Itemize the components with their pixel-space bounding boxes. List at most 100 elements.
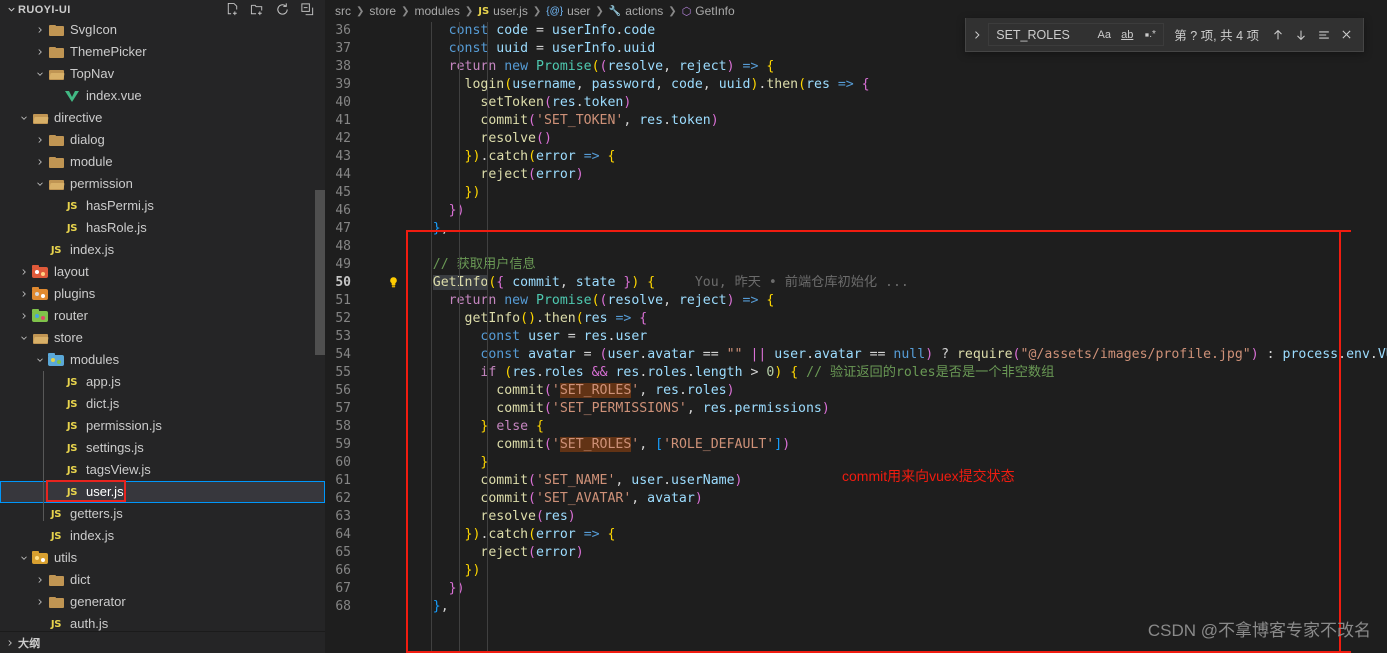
tree-item[interactable]: JS dict.js xyxy=(0,393,325,415)
tree-item[interactable]: JS permission.js xyxy=(0,415,325,437)
tree-item[interactable]: SvgIcon xyxy=(0,19,325,41)
chevron-right-icon[interactable] xyxy=(32,47,48,57)
chevron-right-icon[interactable] xyxy=(2,638,18,648)
new-file-icon[interactable] xyxy=(225,2,240,17)
chevron-down-icon[interactable] xyxy=(4,3,18,17)
chevron-right-icon[interactable] xyxy=(16,267,32,277)
code-line[interactable]: 39 login(username, password, code, uuid)… xyxy=(325,76,1387,94)
code-line[interactable]: 49 // 获取用户信息 xyxy=(325,256,1387,274)
code-line[interactable]: 56 commit('SET_ROLES', res.roles) xyxy=(325,382,1387,400)
chevron-down-icon[interactable] xyxy=(32,69,48,79)
tree-item[interactable]: dict xyxy=(0,569,325,591)
breadcrumb-item-store[interactable]: store xyxy=(369,4,396,18)
code-line[interactable]: 52 getInfo().then(res => { xyxy=(325,310,1387,328)
tree-item[interactable]: module xyxy=(0,151,325,173)
find-input[interactable]: SET_ROLES xyxy=(996,28,1094,42)
code-line[interactable]: 59 commit('SET_ROLES', ['ROLE_DEFAULT']) xyxy=(325,436,1387,454)
breadcrumb-item-userjs[interactable]: JS user.js xyxy=(478,4,528,18)
tree-item[interactable]: store xyxy=(0,327,325,349)
code-line[interactable]: 42 resolve() xyxy=(325,130,1387,148)
chevron-right-icon[interactable] xyxy=(32,25,48,35)
collapse-all-icon[interactable] xyxy=(300,2,315,17)
tree-item[interactable]: JS hasPermi.js xyxy=(0,195,325,217)
code-line[interactable]: 64 }).catch(error => { xyxy=(325,526,1387,544)
code-line[interactable]: 46 }) xyxy=(325,202,1387,220)
tree-item[interactable]: JS settings.js xyxy=(0,437,325,459)
tree-item[interactable]: ThemePicker xyxy=(0,41,325,63)
tree-item[interactable]: directive xyxy=(0,107,325,129)
code-line[interactable]: 48 xyxy=(325,238,1387,256)
code-editor[interactable]: 36 const code = userInfo.code 37 const uu… xyxy=(325,22,1387,653)
code-line[interactable]: 51 return new Promise((resolve, reject) … xyxy=(325,292,1387,310)
code-line[interactable]: 62 commit('SET_AVATAR', avatar) xyxy=(325,490,1387,508)
tree-item[interactable]: permission xyxy=(0,173,325,195)
close-icon[interactable] xyxy=(1336,24,1357,45)
code-line[interactable]: 55 if (res.roles && res.roles.length > 0… xyxy=(325,364,1387,382)
chevron-right-icon[interactable] xyxy=(32,135,48,145)
find-input-box[interactable]: SET_ROLES Aa ab ▪ .* xyxy=(988,23,1165,46)
tree-item-selected[interactable]: JS user.js xyxy=(0,481,325,503)
code-line[interactable]: 53 const user = res.user xyxy=(325,328,1387,346)
whole-word-icon[interactable]: ab xyxy=(1117,25,1137,44)
code-line[interactable]: 67 }) xyxy=(325,580,1387,598)
chevron-right-icon[interactable] xyxy=(32,597,48,607)
chevron-right-icon[interactable] xyxy=(32,575,48,585)
chevron-down-icon[interactable] xyxy=(16,333,32,343)
previous-match-icon[interactable] xyxy=(1267,24,1288,45)
code-line[interactable]: 43 }).catch(error => { xyxy=(325,148,1387,166)
breadcrumb-item-src[interactable]: src xyxy=(335,4,351,18)
tree-item[interactable]: TopNav xyxy=(0,63,325,85)
use-regex-icon[interactable]: ▪ .* xyxy=(1140,25,1160,44)
tree-item[interactable]: JS getters.js xyxy=(0,503,325,525)
breadcrumb-item-user[interactable]: {@} user xyxy=(546,4,590,18)
code-line[interactable]: 50 GetInfo({ commit, state }) { You, 昨天 … xyxy=(325,274,1387,292)
find-in-selection-icon[interactable] xyxy=(1313,24,1334,45)
lightbulb-icon[interactable] xyxy=(387,276,401,290)
chevron-down-icon[interactable] xyxy=(32,179,48,189)
tree-item[interactable]: JS hasRole.js xyxy=(0,217,325,239)
chevron-down-icon[interactable] xyxy=(16,113,32,123)
breadcrumb-item-getinfo[interactable]: ⬡ GetInfo xyxy=(682,4,735,18)
code-line[interactable]: 63 resolve(res) xyxy=(325,508,1387,526)
toggle-replace-icon[interactable] xyxy=(968,21,986,49)
tree-item[interactable]: dialog xyxy=(0,129,325,151)
chevron-down-icon[interactable] xyxy=(16,553,32,563)
match-case-icon[interactable]: Aa xyxy=(1094,25,1114,44)
next-match-icon[interactable] xyxy=(1290,24,1311,45)
tree-item[interactable]: JS index.js xyxy=(0,239,325,261)
breadcrumb-item-actions[interactable]: 🔧 actions xyxy=(609,4,663,18)
code-line[interactable]: 57 commit('SET_PERMISSIONS', res.permiss… xyxy=(325,400,1387,418)
file-tree: SvgIcon ThemePicker TopNav index.vue directi… xyxy=(0,19,325,635)
tree-item[interactable]: layout xyxy=(0,261,325,283)
outline-panel-header[interactable]: 大纲 xyxy=(0,631,325,653)
code-line[interactable]: 38 return new Promise((resolve, reject) … xyxy=(325,58,1387,76)
tree-item[interactable]: modules xyxy=(0,349,325,371)
code-line[interactable]: 40 setToken(res.token) xyxy=(325,94,1387,112)
chevron-right-icon[interactable] xyxy=(16,311,32,321)
tree-item[interactable]: router xyxy=(0,305,325,327)
tree-item[interactable]: JS tagsView.js xyxy=(0,459,325,481)
code-line[interactable]: 66 }) xyxy=(325,562,1387,580)
code-line[interactable]: 65 reject(error) xyxy=(325,544,1387,562)
explorer-header[interactable]: RUOYI-UI xyxy=(0,0,325,19)
chevron-right-icon[interactable] xyxy=(16,289,32,299)
tree-item[interactable]: generator xyxy=(0,591,325,613)
chevron-right-icon[interactable] xyxy=(32,157,48,167)
tree-item[interactable]: index.vue xyxy=(0,85,325,107)
code-line[interactable]: 54 const avatar = (user.avatar == "" || … xyxy=(325,346,1387,364)
tree-item[interactable]: utils xyxy=(0,547,325,569)
code-line[interactable]: 68 }, xyxy=(325,598,1387,616)
code-line[interactable]: 41 commit('SET_TOKEN', res.token) xyxy=(325,112,1387,130)
code-line[interactable]: 44 reject(error) xyxy=(325,166,1387,184)
code-line[interactable]: 58 } else { xyxy=(325,418,1387,436)
sidebar-scrollbar[interactable] xyxy=(315,190,325,355)
tree-item[interactable]: JS index.js xyxy=(0,525,325,547)
tree-item[interactable]: plugins xyxy=(0,283,325,305)
code-line[interactable]: 45 }) xyxy=(325,184,1387,202)
refresh-icon[interactable] xyxy=(275,2,290,17)
breadcrumb-item-modules[interactable]: modules xyxy=(414,4,459,18)
new-folder-icon[interactable] xyxy=(250,2,265,17)
tree-item[interactable]: JS app.js xyxy=(0,371,325,393)
chevron-down-icon[interactable] xyxy=(32,355,48,365)
code-line[interactable]: 47 }, xyxy=(325,220,1387,238)
